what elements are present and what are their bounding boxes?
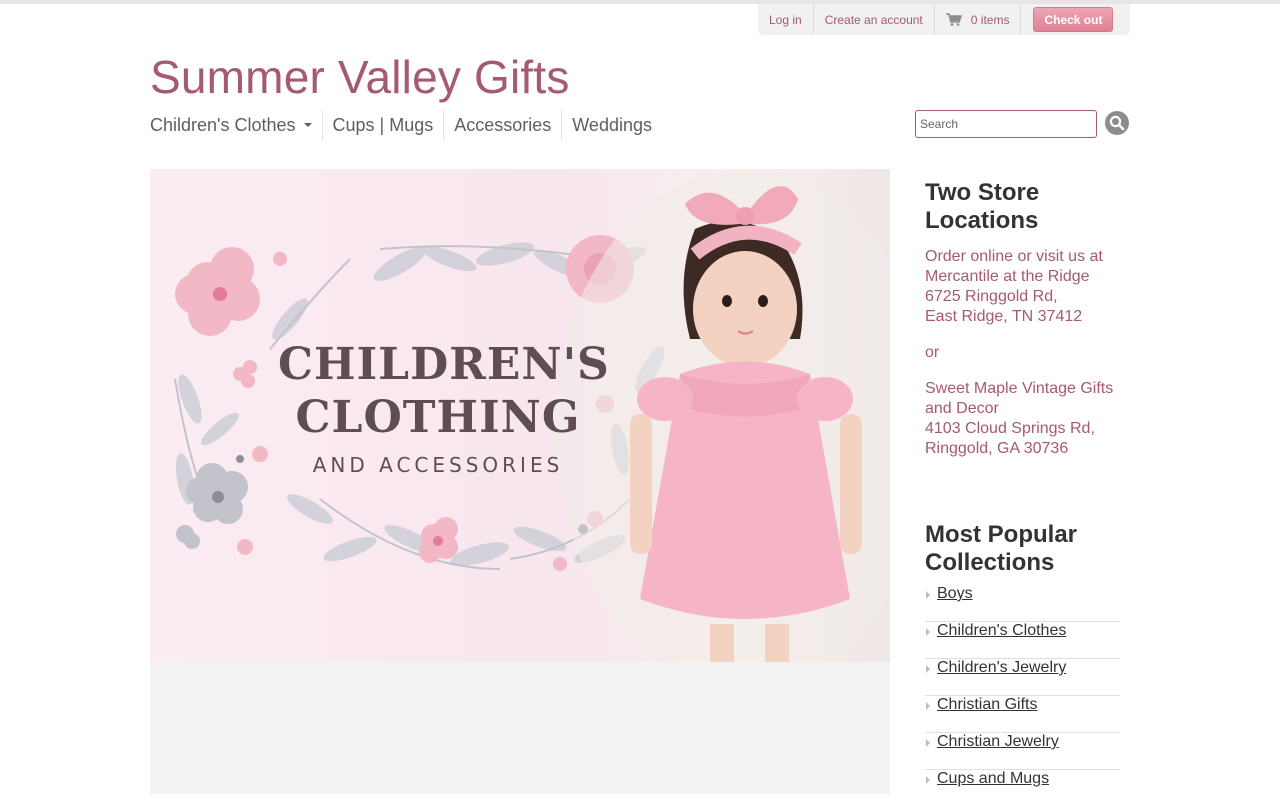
create-account-link[interactable]: Create an account: [814, 4, 935, 35]
search-icon: [1109, 115, 1125, 131]
or-text: or: [925, 344, 940, 361]
utility-bar: Log in Create an account 0 items Check o…: [758, 4, 1130, 35]
banner-line-3: AND ACCESSORIES: [312, 453, 564, 477]
collection-link-christian-gifts[interactable]: Christian Gifts: [937, 696, 1037, 714]
store-line: 4103 Cloud Springs Rd,: [925, 420, 1095, 437]
hero-slideshow: CHILDREN'S CLOTHING AND ACCESSORIES: [150, 169, 890, 794]
banner-text: CHILDREN'S CLOTHING AND ACCESSORIES: [278, 339, 610, 477]
list-item: Children's Jewelry: [925, 659, 1120, 696]
cart-icon: [945, 13, 962, 26]
list-item: Cups and Mugs: [925, 770, 1120, 800]
store-locations-heading: Two Store Locations: [925, 179, 1040, 234]
cart-count: 0 items: [970, 12, 1010, 27]
list-item: Christian Jewelry: [925, 733, 1120, 770]
caret-down-icon: [303, 123, 312, 127]
nav-accessories[interactable]: Accessories: [444, 110, 563, 140]
arrow-right-icon: [926, 776, 930, 784]
banner-line-1: CHILDREN'S: [278, 339, 610, 390]
nav-cups-mugs[interactable]: Cups | Mugs: [323, 110, 445, 140]
store-line: Mercantile at the Ridge: [925, 268, 1090, 285]
store-line: East Ridge, TN 37412: [925, 308, 1083, 325]
collection-link-boys[interactable]: Boys: [937, 585, 973, 603]
main-nav: Children's Clothes Cups | Mugs Accessori…: [150, 110, 662, 140]
collection-link-cups-and-mugs[interactable]: Cups and Mugs: [937, 770, 1049, 788]
collection-link-christian-jewelry[interactable]: Christian Jewelry: [937, 733, 1059, 751]
search-input[interactable]: [915, 110, 1097, 138]
collection-link-childrens-jewelry[interactable]: Children's Jewelry: [937, 659, 1066, 677]
store-line: Order online or visit us at: [925, 248, 1103, 265]
login-link[interactable]: Log in: [758, 4, 814, 35]
banner-line-2: CLOTHING: [295, 392, 581, 443]
sidebar: Two Store Locations Order online or visi…: [925, 179, 1125, 800]
hero-banner-image[interactable]: CHILDREN'S CLOTHING AND ACCESSORIES: [150, 169, 890, 662]
nav-weddings[interactable]: Weddings: [562, 110, 662, 140]
checkout-button[interactable]: Check out: [1033, 7, 1114, 32]
popular-collections-heading: Most Popular Collections: [925, 521, 1078, 576]
nav-label: Children's Clothes: [150, 114, 296, 135]
store-line: 6725 Ringgold Rd,: [925, 288, 1058, 305]
arrow-right-icon: [926, 739, 930, 747]
cart-link[interactable]: 0 items: [935, 4, 1022, 35]
list-item: Children's Clothes: [925, 622, 1120, 659]
collection-link-childrens-clothes[interactable]: Children's Clothes: [937, 622, 1066, 640]
store-line: Ringgold, GA 30736: [925, 440, 1069, 457]
arrow-right-icon: [926, 665, 930, 673]
search-button[interactable]: [1105, 111, 1129, 135]
store-1-address: Order online or visit us at Mercantile a…: [925, 247, 1125, 459]
collections-list: Boys Children's Clothes Children's Jewel…: [925, 585, 1120, 800]
list-item: Christian Gifts: [925, 696, 1120, 733]
site-title[interactable]: Summer Valley Gifts: [150, 50, 570, 104]
arrow-right-icon: [926, 591, 930, 599]
store-line: Sweet Maple Vintage Gifts and Decor: [925, 380, 1114, 417]
arrow-right-icon: [926, 702, 930, 710]
arrow-right-icon: [926, 628, 930, 636]
list-item: Boys: [925, 585, 1120, 622]
nav-childrens-clothes[interactable]: Children's Clothes: [150, 110, 323, 140]
